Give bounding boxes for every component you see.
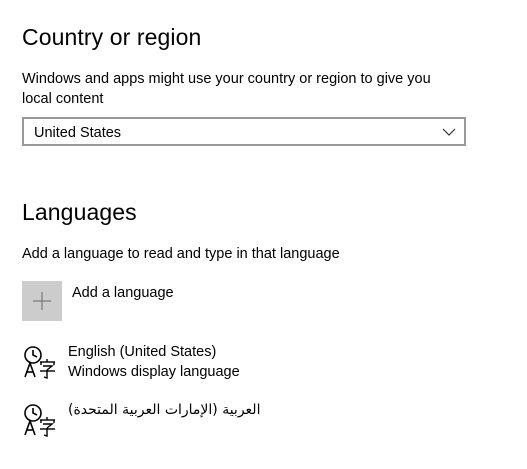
country-region-dropdown[interactable]: United States [22, 117, 466, 146]
add-language-tile [22, 281, 62, 321]
language-subtitle: Windows display language [68, 364, 240, 380]
add-language-label: Add a language [72, 285, 174, 301]
selected-country-value: United States [34, 125, 122, 141]
language-icon [24, 346, 55, 379]
language-icon [24, 404, 55, 437]
country-region-heading: Country or region [22, 24, 202, 50]
language-name: English (United States) [68, 344, 217, 360]
add-language-button[interactable]: Add a language [22, 281, 322, 321]
chevron-down-icon [442, 128, 456, 136]
language-name: العربية (الإمارات العربية المتحدة) [68, 402, 261, 418]
country-region-description: Windows and apps might use your country … [22, 71, 431, 107]
language-item-arabic-uae[interactable]: العربية (الإمارات العربية المتحدة) [22, 400, 462, 444]
language-item-english[interactable]: English (United States) Windows display … [22, 342, 462, 386]
languages-heading: Languages [22, 199, 137, 225]
languages-description: Add a language to read and type in that … [22, 246, 340, 262]
plus-icon [33, 292, 51, 310]
